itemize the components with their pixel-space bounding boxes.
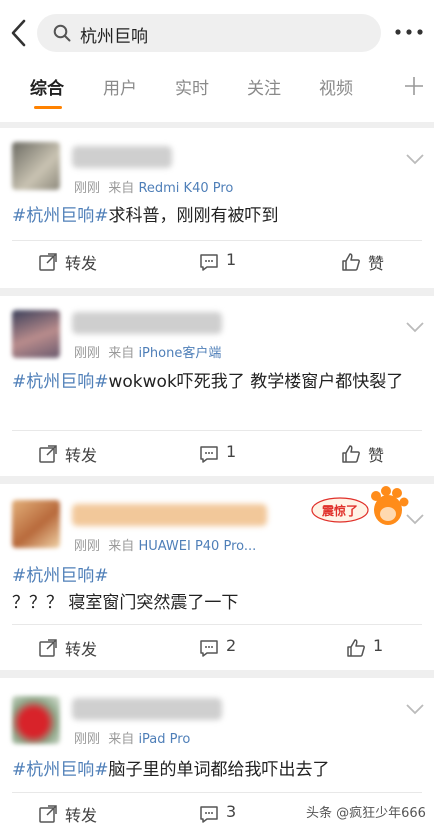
post-meta: 刚刚 来自 Redmi K40 Pro xyxy=(74,177,233,196)
like-button[interactable]: 赞 xyxy=(341,250,401,274)
chevron-down-icon[interactable] xyxy=(404,702,426,716)
thumbs-up-icon xyxy=(342,445,360,463)
like-count: 1 xyxy=(373,636,384,655)
search-box[interactable]: 杭州巨响 xyxy=(37,14,381,52)
repost-button[interactable]: 转发 xyxy=(38,442,108,466)
post-time: 刚刚 xyxy=(74,181,101,196)
back-arrow-icon[interactable] xyxy=(8,16,30,50)
username-blurred[interactable] xyxy=(72,312,222,334)
comment-count: 2 xyxy=(226,636,237,655)
post-via: 来自 xyxy=(108,539,135,554)
search-query[interactable]: 杭州巨响 xyxy=(80,22,148,47)
more-options-icon[interactable] xyxy=(392,22,426,42)
post-source[interactable]: Redmi K40 Pro xyxy=(138,181,233,196)
repost-icon xyxy=(39,445,57,463)
like-button[interactable]: 赞 xyxy=(341,442,401,466)
comment-count: 3 xyxy=(226,802,237,821)
tab-following[interactable]: 关注 xyxy=(247,74,281,99)
username-blurred[interactable] xyxy=(72,698,222,720)
repost-icon xyxy=(39,253,57,271)
repost-button[interactable]: 转发 xyxy=(38,250,108,274)
tab-realtime[interactable]: 实时 xyxy=(175,74,209,99)
comment-icon xyxy=(200,446,218,463)
repost-label: 转发 xyxy=(65,446,98,465)
tab-video[interactable]: 视频 xyxy=(319,74,353,99)
repost-button[interactable]: 转发 xyxy=(38,802,108,826)
comment-count: 1 xyxy=(226,250,237,269)
hashtag-link[interactable]: #杭州巨响# xyxy=(12,760,109,780)
tab-users[interactable]: 用户 xyxy=(103,74,137,99)
comment-icon xyxy=(200,806,218,823)
post-via: 来自 xyxy=(108,732,135,747)
comment-count: 1 xyxy=(226,442,237,461)
post-card[interactable]: 刚刚 来自 iPhone客户端 #杭州巨响#wokwok吓死我了 教学楼窗户都快… xyxy=(0,296,434,476)
repost-icon xyxy=(39,639,57,657)
avatar[interactable] xyxy=(12,142,60,190)
repost-label: 转发 xyxy=(65,806,98,825)
tab-bar: 综合 用户 实时 关注 视频 xyxy=(0,68,434,114)
post-content: #杭州巨响#脑子里的单词都给我吓出去了 xyxy=(12,757,422,784)
like-label: 赞 xyxy=(368,254,385,273)
sticker-text: 震惊了 xyxy=(322,503,358,518)
post-text: ？？？ 寝室窗门突然震了一下 xyxy=(12,593,239,613)
post-time: 刚刚 xyxy=(74,732,101,747)
avatar[interactable] xyxy=(12,310,60,358)
divider xyxy=(12,792,422,793)
hashtag-link[interactable]: #杭州巨响# xyxy=(12,563,422,590)
like-button[interactable]: 1 xyxy=(346,636,396,660)
post-content: #杭州巨响# ？？？ 寝室窗门突然震了一下 xyxy=(12,563,422,617)
post-meta: 刚刚 来自 HUAWEI P40 Pro... xyxy=(74,535,256,554)
post-text: 求科普，刚刚有被吓到 xyxy=(108,206,279,226)
divider xyxy=(12,624,422,625)
post-source[interactable]: iPhone客户端 xyxy=(138,346,221,361)
top-bar: 杭州巨响 综合 用户 实时 关注 视频 xyxy=(0,0,434,122)
thumbs-up-icon xyxy=(342,253,360,271)
comment-button[interactable]: 1 xyxy=(199,250,249,274)
hashtag-link[interactable]: #杭州巨响# xyxy=(12,206,109,226)
tab-comprehensive[interactable]: 综合 xyxy=(30,74,64,99)
post-source[interactable]: HUAWEI P40 Pro... xyxy=(138,539,256,554)
post-time: 刚刚 xyxy=(74,346,101,361)
post-meta: 刚刚 来自 iPhone客户端 xyxy=(74,342,221,361)
repost-button[interactable]: 转发 xyxy=(38,636,108,660)
username-blurred[interactable] xyxy=(72,146,172,168)
post-via: 来自 xyxy=(108,181,135,196)
repost-label: 转发 xyxy=(65,640,98,659)
post-content: #杭州巨响#求科普，刚刚有被吓到 xyxy=(12,203,422,230)
post-time: 刚刚 xyxy=(74,539,101,554)
divider xyxy=(12,240,422,241)
post-text: 脑子里的单词都给我吓出去了 xyxy=(108,760,330,780)
post-source[interactable]: iPad Pro xyxy=(138,732,190,747)
search-icon xyxy=(53,24,71,42)
post-card[interactable]: 刚刚 来自 Redmi K40 Pro #杭州巨响#求科普，刚刚有被吓到 转发 … xyxy=(0,128,434,288)
hashtag-link[interactable]: #杭州巨响# xyxy=(12,372,109,392)
comment-icon xyxy=(200,254,218,271)
repost-icon xyxy=(39,805,57,823)
chevron-down-icon[interactable] xyxy=(404,152,426,166)
post-meta: 刚刚 来自 iPad Pro xyxy=(74,728,190,747)
add-tab-icon[interactable] xyxy=(404,74,424,98)
post-content: #杭州巨响#wokwok吓死我了 教学楼窗户都快裂了 xyxy=(12,369,422,396)
username-blurred[interactable] xyxy=(72,504,267,526)
emoji-sticker-icon: 震惊了 xyxy=(311,486,409,525)
like-label: 赞 xyxy=(368,446,385,465)
thumbs-up-icon xyxy=(347,639,365,657)
post-card[interactable]: 震惊了 刚刚 来自 HUAWEI P40 Pro... #杭州巨响# ？？？ 寝… xyxy=(0,484,434,670)
comment-button[interactable]: 3 xyxy=(199,802,249,826)
avatar[interactable] xyxy=(12,500,60,548)
comment-button[interactable]: 1 xyxy=(199,442,249,466)
comment-icon xyxy=(200,640,218,657)
repost-label: 转发 xyxy=(65,254,98,273)
post-via: 来自 xyxy=(108,346,135,361)
chevron-down-icon[interactable] xyxy=(404,320,426,334)
post-text: wokwok吓死我了 教学楼窗户都快裂了 xyxy=(108,372,404,392)
watermark: 头条 @疯狂少年666 xyxy=(306,806,426,821)
divider xyxy=(12,430,422,431)
avatar[interactable] xyxy=(12,696,60,744)
comment-button[interactable]: 2 xyxy=(199,636,249,660)
chevron-down-icon[interactable] xyxy=(404,512,426,526)
active-tab-indicator xyxy=(34,106,62,109)
